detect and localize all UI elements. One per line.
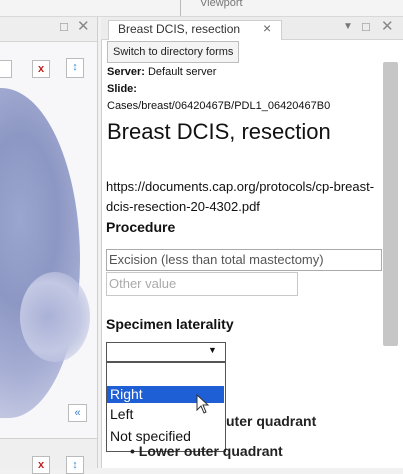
close-annotation-button-2[interactable]: x <box>32 456 50 474</box>
switch-to-directory-forms-button[interactable]: Switch to directory forms <box>107 41 240 63</box>
server-value: Default server <box>147 66 217 78</box>
procedure-select[interactable]: Excision (less than total mastectomy) <box>106 249 382 271</box>
collapse-panel-button[interactable]: « <box>68 404 87 422</box>
server-label: Server: <box>107 66 145 78</box>
bullet: • <box>130 443 135 459</box>
tab-close-icon[interactable]: × <box>263 20 271 36</box>
vertical-resize-button-2[interactable]: ↕ <box>66 456 84 474</box>
maximize-icon[interactable]: □ <box>362 19 370 34</box>
close-annotation-button[interactable]: x <box>32 60 50 78</box>
procedure-label: Procedure <box>106 219 176 235</box>
slide-label: Slide: <box>107 83 137 95</box>
mouse-cursor-icon <box>196 394 210 414</box>
close-icon[interactable]: ✕ <box>381 17 394 35</box>
form-title: Breast DCIS, resection <box>107 119 331 144</box>
chevron-down-icon[interactable]: ▼ <box>208 345 217 355</box>
chevron-down-icon[interactable]: ▼ <box>343 21 353 32</box>
scrollbar-thumb[interactable] <box>383 62 398 346</box>
viewport-label: Viewport <box>200 0 243 9</box>
tissue-region <box>0 88 80 418</box>
tissue-region-secondary <box>20 272 90 362</box>
lower-outer-quadrant-label: Lower outer quadrant <box>138 443 283 459</box>
protocol-link[interactable]: https://documents.cap.org/protocols/cp-b… <box>106 177 382 217</box>
toolbar-edge-button[interactable] <box>0 60 12 78</box>
tab-title: Breast DCIS, resection <box>118 22 241 36</box>
slide-path: Cases/breast/06420467B/PDL1_06420467B0 <box>107 100 331 112</box>
other-value-input[interactable]: Other value <box>106 272 298 296</box>
server-info: Server: Default server <box>107 66 216 78</box>
viewport-divider <box>180 0 181 16</box>
partially-hidden-option: uter quadrant <box>226 413 317 429</box>
maximize-icon[interactable]: □ <box>60 19 68 34</box>
specimen-laterality-label: Specimen laterality <box>106 316 234 332</box>
laterality-option-blank[interactable] <box>107 366 224 383</box>
slide-image[interactable] <box>0 42 97 438</box>
close-icon[interactable]: ✕ <box>77 17 90 35</box>
lower-outer-quadrant-option[interactable]: • Lower outer quadrant <box>130 443 283 459</box>
vertical-resize-button[interactable]: ↕ <box>66 58 84 78</box>
